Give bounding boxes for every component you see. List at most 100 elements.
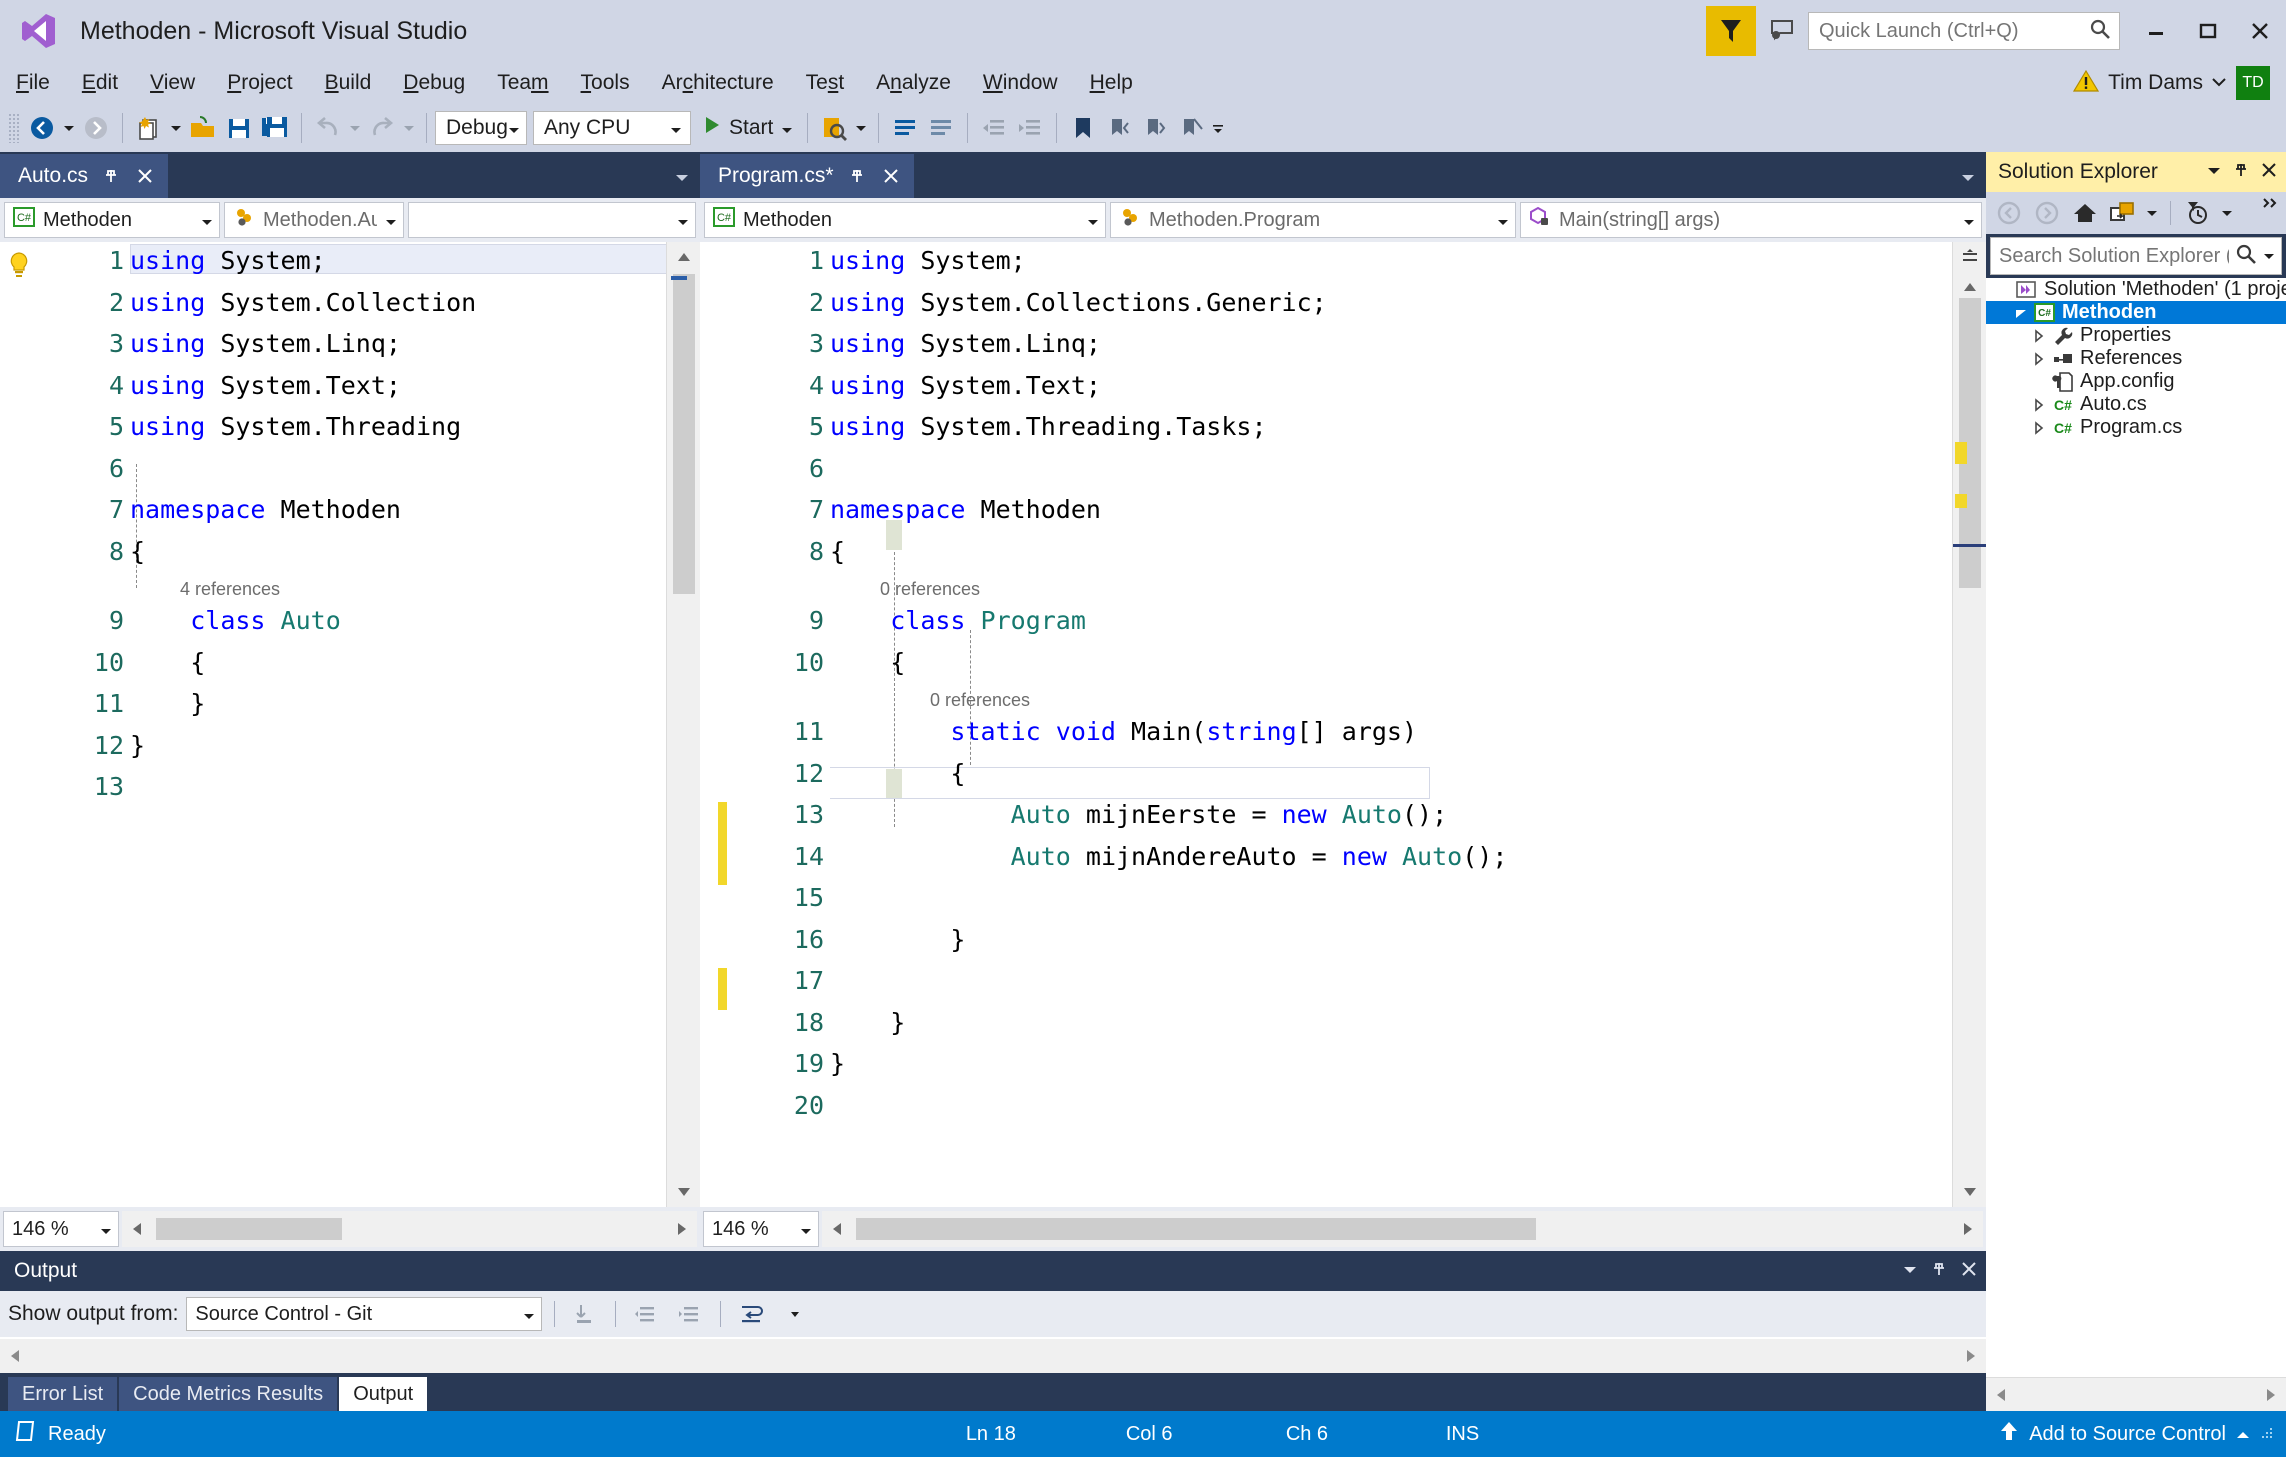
undo-dropdown-icon[interactable]	[346, 109, 364, 147]
toolbar-grip[interactable]	[8, 113, 20, 143]
menu-item-file[interactable]: File	[0, 71, 66, 95]
code-line[interactable]: using System.Threading	[130, 412, 461, 442]
new-project-icon[interactable]	[131, 109, 167, 147]
code-line[interactable]: class Program	[830, 606, 1086, 636]
start-debug-button[interactable]: Start	[697, 115, 799, 141]
pending-changes-filter-icon[interactable]	[2181, 196, 2215, 230]
close-icon[interactable]	[134, 165, 156, 187]
search-input[interactable]	[1999, 244, 2229, 268]
uncomment-selection-icon[interactable]	[923, 109, 959, 147]
chevron-up-icon[interactable]	[2236, 1423, 2250, 1446]
code-line[interactable]: {	[130, 648, 205, 678]
tree-node[interactable]: Properties	[1986, 324, 2286, 347]
solution-explorer-search-box[interactable]	[1990, 237, 2282, 275]
find-in-files-icon[interactable]	[816, 109, 852, 147]
save-all-icon[interactable]	[257, 109, 293, 147]
comment-selection-icon[interactable]	[887, 109, 923, 147]
code-line[interactable]: static void Main(string[] args)	[830, 717, 1417, 747]
output-overflow-icon[interactable]	[777, 1297, 813, 1331]
platform-combo[interactable]: Any CPU	[533, 111, 691, 145]
chevron-down-icon[interactable]	[2206, 163, 2222, 181]
toolbar-overflow-icon[interactable]	[1209, 109, 1227, 147]
nav-type-combo-left[interactable]: Methoden.Auto	[224, 202, 404, 238]
new-project-dropdown-icon[interactable]	[167, 109, 185, 147]
code-line[interactable]: namespace Methoden	[830, 495, 1101, 525]
feedback-funnel-icon[interactable]	[1706, 6, 1756, 56]
scroll-up-icon[interactable]	[667, 242, 701, 272]
navigate-back-icon[interactable]	[24, 109, 60, 147]
quick-launch-input[interactable]	[1819, 19, 2089, 43]
document-tab-auto-cs[interactable]: Auto.cs	[0, 154, 169, 198]
expander-expanded-icon[interactable]	[2010, 306, 2032, 320]
chevron-down-icon[interactable]	[2212, 74, 2226, 92]
send-feedback-icon[interactable]	[1760, 6, 1802, 56]
close-icon[interactable]	[1960, 1260, 1978, 1283]
tree-node[interactable]: Solution 'Methoden' (1 proje	[1986, 278, 2286, 301]
code-line[interactable]: {	[830, 759, 965, 789]
scrollbar-thumb[interactable]	[856, 1218, 1536, 1240]
scroll-right-icon[interactable]	[667, 1212, 697, 1246]
tab-error-list[interactable]: Error List	[8, 1377, 118, 1411]
scroll-left-icon[interactable]	[0, 1339, 30, 1373]
toggle-word-wrap-icon[interactable]	[733, 1297, 769, 1331]
code-line[interactable]: {	[130, 537, 145, 567]
quick-launch-box[interactable]	[1808, 12, 2120, 50]
code-line[interactable]: using System.Collection	[130, 288, 476, 318]
save-icon[interactable]	[221, 109, 257, 147]
sync-with-active-document-icon[interactable]	[2106, 196, 2140, 230]
menu-item-architecture[interactable]: Architecture	[646, 71, 790, 95]
search-icon[interactable]	[2235, 243, 2257, 270]
zoom-combo-right[interactable]: 146 %	[703, 1211, 819, 1247]
close-icon[interactable]	[2260, 161, 2278, 184]
code-line[interactable]: using System.Text;	[130, 371, 401, 401]
code-line[interactable]: {	[830, 537, 845, 567]
expander-collapsed-icon[interactable]	[2028, 420, 2050, 435]
code-line[interactable]: Auto mijnEerste = new Auto();	[830, 800, 1448, 830]
chevron-down-icon[interactable]	[1902, 1262, 1918, 1280]
editor-surface-left[interactable]: 1 2 3 4 5 6 7 8 9 10 11 12 13 using System; using	[0, 242, 700, 1207]
menu-item-test[interactable]: Test	[790, 71, 861, 95]
pin-icon[interactable]	[100, 165, 122, 187]
nav-project-combo-right[interactable]: C# Methoden	[704, 202, 1106, 238]
code-area-left[interactable]: using System; using System.Collection usin…	[130, 242, 666, 1207]
menu-item-tools[interactable]: Tools	[565, 71, 646, 95]
navigate-forward-icon[interactable]	[78, 109, 114, 147]
code-line[interactable]: using System;	[830, 246, 1026, 276]
expander-collapsed-icon[interactable]	[2028, 351, 2050, 366]
menu-item-edit[interactable]: Edit	[66, 71, 134, 95]
code-line[interactable]: class Auto	[130, 606, 341, 636]
chevron-down-icon[interactable]	[2263, 247, 2275, 265]
home-icon[interactable]	[2068, 196, 2102, 230]
menu-item-debug[interactable]: Debug	[387, 71, 481, 95]
tree-node[interactable]: C# Methoden	[1986, 301, 2286, 324]
lightbulb-suggestion-icon[interactable]	[6, 252, 32, 285]
scroll-left-icon[interactable]	[822, 1212, 852, 1246]
navigate-back-dropdown-icon[interactable]	[60, 109, 78, 147]
codelens-references[interactable]: 4 references	[180, 579, 280, 600]
code-line[interactable]: using System.Threading.Tasks;	[830, 412, 1267, 442]
code-area-right[interactable]: using System; using System.Collections.Ge…	[830, 242, 1952, 1207]
sync-dropdown-icon[interactable]	[2144, 196, 2160, 230]
nav-member-combo-right[interactable]: Main(string[] args)	[1520, 202, 1982, 238]
output-panel-body[interactable]	[0, 1337, 1986, 1339]
code-line[interactable]: }	[830, 925, 965, 955]
tab-code-metrics-results[interactable]: Code Metrics Results	[119, 1377, 338, 1411]
scroll-right-icon[interactable]	[2256, 1378, 2286, 1412]
tree-node[interactable]: C# Auto.cs	[1986, 393, 2286, 416]
clear-bookmarks-icon[interactable]	[1173, 109, 1209, 147]
bookmark-icon[interactable]	[1065, 109, 1101, 147]
user-account-button[interactable]: Tim Dams	[2073, 69, 2226, 98]
split-view-icon[interactable]	[1953, 242, 1987, 272]
document-tab-program-cs[interactable]: Program.cs*	[700, 154, 914, 198]
previous-bookmark-icon[interactable]	[1101, 109, 1137, 147]
menu-item-view[interactable]: View	[134, 71, 211, 95]
pin-icon[interactable]	[846, 165, 868, 187]
redo-dropdown-icon[interactable]	[400, 109, 418, 147]
scrollbar-thumb[interactable]	[673, 274, 695, 594]
close-icon[interactable]	[880, 165, 902, 187]
menu-item-window[interactable]: Window	[967, 71, 1074, 95]
vertical-scrollbar-right[interactable]	[1952, 242, 1986, 1207]
configuration-combo[interactable]: Debug	[435, 111, 527, 145]
go-to-next-message-icon[interactable]	[672, 1297, 708, 1331]
code-line[interactable]: Auto mijnAndereAuto = new Auto();	[830, 842, 1508, 872]
